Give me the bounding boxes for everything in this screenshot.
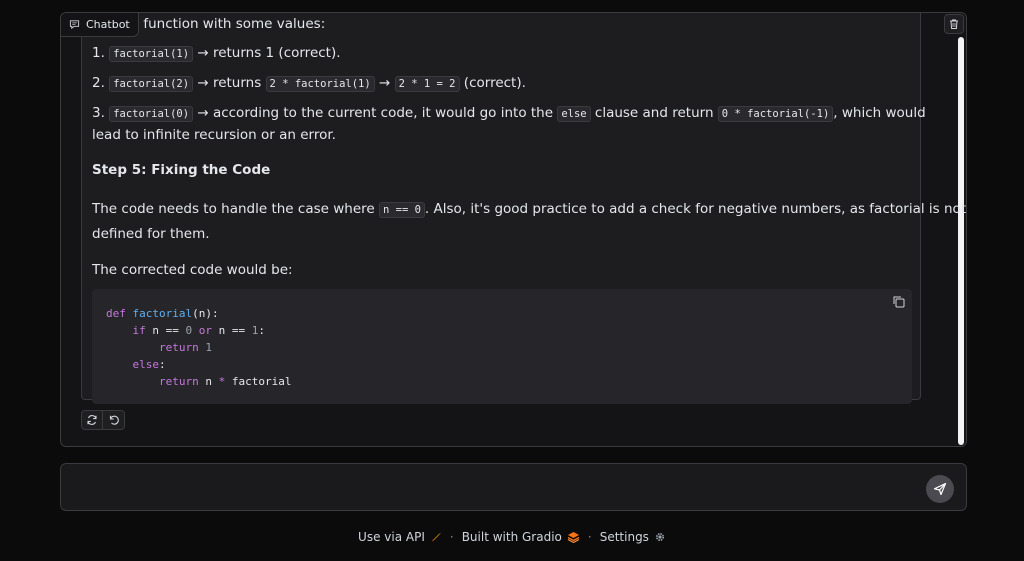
list-text: → returns 1 (correct). [193, 45, 341, 61]
retry-button[interactable] [81, 410, 103, 430]
message-input-container [60, 463, 967, 511]
footer-separator: · [587, 530, 592, 544]
chat-icon [69, 20, 80, 30]
undo-icon [109, 415, 119, 425]
code-keyword: def [106, 307, 126, 320]
paragraph-text: The code needs to handle the case where [92, 201, 379, 217]
inline-code: else [557, 106, 591, 122]
code-text: (n): [192, 307, 219, 320]
undo-button[interactable] [103, 410, 125, 430]
code-text: n [198, 375, 219, 388]
list-text: → [374, 75, 395, 91]
footer: Use via API · Built with Gradio · Settin… [0, 527, 1024, 547]
code-text: n == [145, 324, 186, 337]
code-keyword: if [132, 324, 146, 337]
footer-separator: · [449, 530, 454, 544]
gradio-link-label: Built with Gradio [461, 530, 562, 544]
code-function: factorial [132, 307, 193, 320]
step-heading: Step 5: Fixing the Code [92, 162, 271, 178]
copy-code-button[interactable] [892, 295, 906, 309]
inline-code: factorial(0) [109, 106, 194, 122]
list-text-continued: lead to infinite recursion or an error. [92, 127, 336, 143]
inline-code: 0 * factorial(-1) [717, 106, 834, 122]
list-text: clause and return [590, 105, 718, 121]
inline-code: factorial(1) [109, 46, 194, 62]
code-block: def factorial(n): if n == 0 or n == 1: r… [92, 289, 912, 404]
paragraph-text-continued: defined for them. [92, 226, 210, 242]
copy-icon [893, 296, 905, 308]
api-link-label: Use via API [358, 530, 425, 544]
trash-icon [950, 19, 958, 29]
paragraph-text: . Also, it's good practice to add a chec… [424, 201, 967, 217]
code-text: : [159, 358, 166, 371]
message-actions [81, 410, 125, 430]
code-number: 1 [198, 341, 212, 354]
chat-scrollbar[interactable] [958, 37, 964, 445]
message-input[interactable] [73, 474, 913, 502]
inline-code: 2 * factorial(1) [265, 76, 375, 92]
gear-icon [655, 532, 664, 542]
list-text: (correct). [459, 75, 526, 91]
message-intro: est the function with some values: [92, 14, 910, 35]
list-number: 1. [92, 45, 105, 61]
list-item: 1. factorial(1) → returns 1 (correct). [92, 43, 910, 65]
code-keyword: return [158, 341, 199, 354]
code-text: : [258, 324, 265, 337]
refresh-icon [87, 415, 97, 425]
chatbot-label-text: Chatbot [86, 18, 130, 31]
chatbot-panel: Chatbot est the function with some value… [60, 12, 967, 447]
code-text: n == [212, 324, 252, 337]
built-with-gradio-link[interactable]: Built with Gradio [462, 530, 580, 544]
chatbot-label: Chatbot [61, 13, 139, 37]
settings-link[interactable]: Settings [600, 530, 666, 544]
clear-chat-button[interactable] [944, 14, 964, 34]
chat-scrollbar-thumb[interactable] [958, 37, 964, 445]
list-item: 2. factorial(2) → returns 2 * factorial(… [92, 73, 910, 95]
code-keyword: or [192, 324, 212, 337]
list-text: → according to the current code, it woul… [193, 105, 558, 121]
code-keyword: return [158, 375, 199, 388]
rocket-icon [431, 532, 441, 542]
inline-code: 2 * 1 = 2 [394, 76, 460, 92]
list-number: 3. [92, 105, 105, 121]
inline-code: factorial(2) [109, 76, 194, 92]
send-button[interactable] [926, 475, 954, 503]
list-item: 3. factorial(0) → according to the curre… [92, 103, 926, 146]
settings-link-label: Settings [599, 530, 649, 544]
code-keyword: else [132, 358, 160, 371]
bot-message: est the function with some values: 1. fa… [81, 13, 966, 404]
list-text: , which would [833, 105, 926, 121]
use-via-api-link[interactable]: Use via API [358, 530, 442, 544]
code-text: factorial [225, 375, 292, 388]
list-number: 2. [92, 75, 105, 91]
list-text: → returns [193, 75, 266, 91]
send-icon [933, 482, 947, 496]
inline-code: n == 0 [378, 202, 425, 218]
corrected-intro: The corrected code would be: [92, 262, 293, 278]
gradio-logo-icon [567, 532, 580, 543]
fix-paragraph: The code needs to handle the case where … [92, 197, 966, 246]
